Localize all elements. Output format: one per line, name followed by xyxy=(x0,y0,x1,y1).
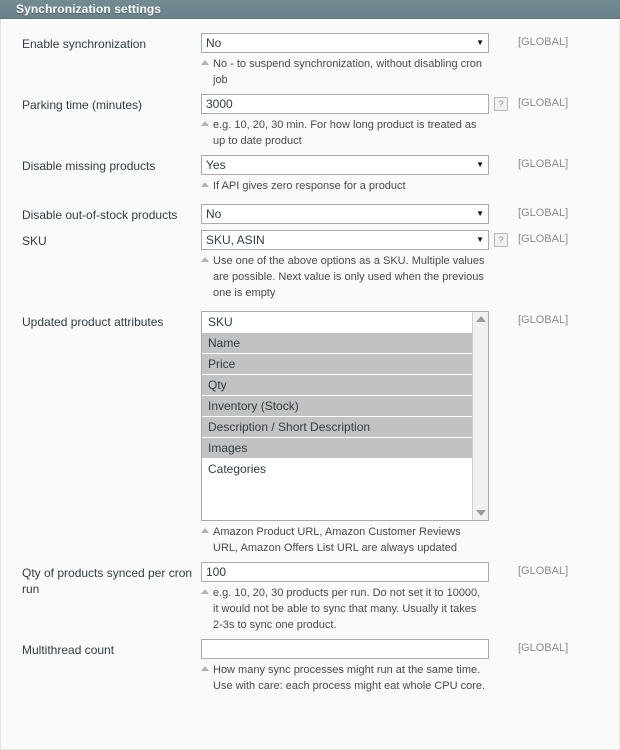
field-label: Qty of products synced per cron run xyxy=(22,566,193,596)
chevron-down-icon: ▼ xyxy=(476,235,484,244)
list-item[interactable]: Inventory (Stock) xyxy=(202,396,472,417)
field-control: SKU Name Price Qty Inventory (Stock) Des… xyxy=(201,311,619,556)
triangle-bullet-icon xyxy=(201,182,209,187)
note-text: Use one of the above options as a SKU. M… xyxy=(213,255,485,299)
field-control: Yes ▼ [GLOBAL] If API gives zero respons… xyxy=(201,155,619,194)
triangle-bullet-icon xyxy=(201,666,209,671)
field-parking-time: Parking time (minutes) ? [GLOBAL] e.g. 1… xyxy=(1,94,619,149)
triangle-bullet-icon xyxy=(201,528,209,533)
scope-badge: [GLOBAL] xyxy=(518,158,569,170)
field-enable-synchronization: Enable synchronization No ▼ [GLOBAL] No … xyxy=(1,33,619,88)
multiselect-scrollbar[interactable] xyxy=(472,312,488,520)
control-line: [GLOBAL] xyxy=(201,562,619,582)
list-item[interactable]: SKU xyxy=(202,312,472,333)
field-multithread-count: Multithread count [GLOBAL] How many sync… xyxy=(1,639,619,694)
list-item[interactable]: Categories xyxy=(202,459,472,480)
select-value: No xyxy=(206,36,222,50)
disable-out-of-stock-products-select[interactable]: No ▼ xyxy=(201,204,489,224)
chevron-down-icon: ▼ xyxy=(476,160,484,169)
field-disable-out-of-stock-products: Disable out-of-stock products No ▼ [GLOB… xyxy=(1,204,619,224)
field-control: [GLOBAL] How many sync processes might r… xyxy=(201,639,619,694)
field-control: No ▼ [GLOBAL] No - to suspend synchroniz… xyxy=(201,33,619,88)
note-text: If API gives zero response for a product xyxy=(213,180,406,192)
help-icon[interactable]: ? xyxy=(494,233,508,247)
list-item[interactable]: Price xyxy=(202,354,472,375)
field-label: Disable missing products xyxy=(22,159,156,173)
chevron-down-icon: ▼ xyxy=(476,209,484,218)
field-note: Use one of the above options as a SKU. M… xyxy=(201,253,486,301)
note-text: Amazon Product URL, Amazon Customer Revi… xyxy=(213,526,461,554)
scope-badge: [GLOBAL] xyxy=(518,642,569,654)
scroll-down-arrow-icon[interactable] xyxy=(475,510,486,516)
note-text: How many sync processes might run at the… xyxy=(213,664,486,692)
enable-synchronization-select[interactable]: No ▼ xyxy=(201,33,489,53)
list-item[interactable]: Qty xyxy=(202,375,472,396)
triangle-bullet-icon xyxy=(201,589,209,594)
select-value: No xyxy=(206,207,222,221)
triangle-bullet-icon xyxy=(201,121,209,126)
triangle-bullet-icon xyxy=(201,257,209,262)
list-item[interactable]: Name xyxy=(202,333,472,354)
field-label: Parking time (minutes) xyxy=(22,98,143,112)
disable-missing-products-select[interactable]: Yes ▼ xyxy=(201,155,489,175)
note-text: e.g. 10, 20, 30 min. For how long produc… xyxy=(213,119,477,147)
field-updated-product-attributes: Updated product attributes SKU Name Pric… xyxy=(1,311,619,556)
sku-select[interactable]: SKU, ASIN ▼ xyxy=(201,230,489,250)
scope-badge: [GLOBAL] xyxy=(518,565,569,577)
select-value: Yes xyxy=(206,158,226,172)
scope-badge: [GLOBAL] xyxy=(518,233,569,245)
field-label: SKU xyxy=(22,234,47,248)
scope-badge: [GLOBAL] xyxy=(518,314,569,326)
field-note: If API gives zero response for a product xyxy=(201,178,486,194)
panel-body: Enable synchronization No ▼ [GLOBAL] No … xyxy=(0,19,620,750)
parking-time-input[interactable] xyxy=(201,94,489,114)
list-item[interactable]: Images xyxy=(202,438,472,459)
field-label: Disable out-of-stock products xyxy=(22,208,178,222)
field-control: ? [GLOBAL] e.g. 10, 20, 30 min. For how … xyxy=(201,94,619,149)
multiselect-options-list: SKU Name Price Qty Inventory (Stock) Des… xyxy=(202,312,472,520)
scope-badge: [GLOBAL] xyxy=(518,36,569,48)
control-line: No ▼ [GLOBAL] xyxy=(201,33,619,53)
field-note: e.g. 10, 20, 30 products per run. Do not… xyxy=(201,585,486,633)
help-icon[interactable]: ? xyxy=(494,97,508,111)
panel-header: Synchronization settings xyxy=(0,0,620,19)
page-title: Synchronization settings xyxy=(16,2,162,16)
field-label: Updated product attributes xyxy=(22,315,164,329)
control-line: No ▼ [GLOBAL] xyxy=(201,204,619,224)
control-line: SKU, ASIN ▼ ? [GLOBAL] xyxy=(201,230,619,250)
field-qty-per-cron-run: Qty of products synced per cron run [GLO… xyxy=(1,562,619,633)
control-line: Yes ▼ [GLOBAL] xyxy=(201,155,619,175)
field-disable-missing-products: Disable missing products Yes ▼ [GLOBAL] … xyxy=(1,155,619,194)
field-control: No ▼ [GLOBAL] xyxy=(201,204,619,224)
field-label: Multithread count xyxy=(22,643,115,657)
list-item[interactable]: Description / Short Description xyxy=(202,417,472,438)
field-note: e.g. 10, 20, 30 min. For how long produc… xyxy=(201,117,486,149)
triangle-bullet-icon xyxy=(201,60,209,65)
scope-badge: [GLOBAL] xyxy=(518,207,569,219)
field-note: No - to suspend synchronization, without… xyxy=(201,56,486,88)
scroll-up-arrow-icon[interactable] xyxy=(475,316,486,322)
note-text: e.g. 10, 20, 30 products per run. Do not… xyxy=(213,587,481,631)
updated-product-attributes-multiselect[interactable]: SKU Name Price Qty Inventory (Stock) Des… xyxy=(201,311,489,521)
field-control: SKU, ASIN ▼ ? [GLOBAL] Use one of the ab… xyxy=(201,230,619,301)
field-sku: SKU SKU, ASIN ▼ ? [GLOBAL] Use one of th… xyxy=(1,230,619,301)
note-text: No - to suspend synchronization, without… xyxy=(213,58,483,86)
field-note: Amazon Product URL, Amazon Customer Revi… xyxy=(201,524,486,556)
multithread-count-input[interactable] xyxy=(201,639,489,659)
scope-badge: [GLOBAL] xyxy=(518,97,569,109)
field-label: Enable synchronization xyxy=(22,37,147,51)
select-value: SKU, ASIN xyxy=(206,233,265,247)
control-line: SKU Name Price Qty Inventory (Stock) Des… xyxy=(201,311,619,521)
control-line: [GLOBAL] xyxy=(201,639,619,659)
qty-per-cron-run-input[interactable] xyxy=(201,562,489,582)
field-control: [GLOBAL] e.g. 10, 20, 30 products per ru… xyxy=(201,562,619,633)
chevron-down-icon: ▼ xyxy=(476,38,484,47)
field-note: How many sync processes might run at the… xyxy=(201,662,486,694)
control-line: ? [GLOBAL] xyxy=(201,94,619,114)
synchronization-settings-panel: Synchronization settings Enable synchron… xyxy=(0,0,620,750)
